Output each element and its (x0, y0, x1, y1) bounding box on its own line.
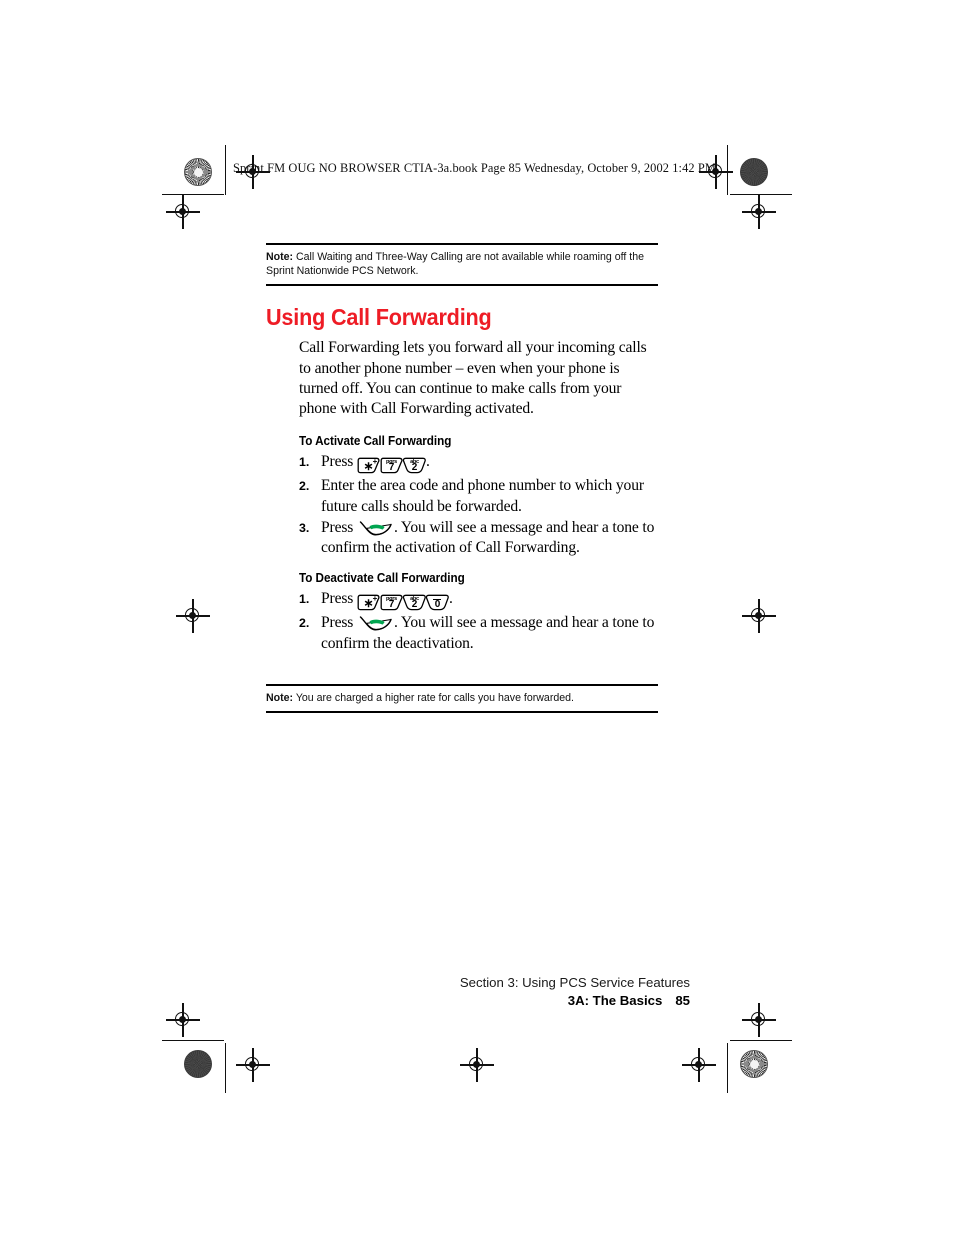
registration-target-upper-left-corner (166, 195, 200, 229)
crop-line-top-left-vertical (225, 145, 227, 195)
subheading-deactivate: To Deactivate Call Forwarding (299, 571, 465, 586)
key-star-sup: + (372, 457, 378, 467)
key-7-icon: 7 pqrs (379, 594, 404, 611)
page-content-column: Note: Call Waiting and Three-Way Calling… (266, 243, 658, 714)
subheading-activate: To Activate Call Forwarding (299, 434, 452, 449)
step-text-pre: Press (321, 518, 357, 536)
step-text: Press ∗ +7 pqrs 2 abc. (321, 452, 658, 475)
step-deactivate-2: 2. Press . You will see a message and he… (299, 613, 658, 653)
note-top-text: Note: Call Waiting and Three-Way Calling… (266, 250, 656, 278)
step-text-pre: Press (321, 453, 357, 471)
footer-chapter-label: 3A: The Basics (567, 993, 663, 1008)
key-2-sup: abc (410, 595, 419, 602)
registration-solid-circle-bottom-left (184, 1050, 212, 1078)
key-7-icon: 7 pqrs (379, 457, 404, 474)
registration-target-middle-left (176, 599, 210, 633)
note-top-label: Note: (266, 251, 294, 263)
key-star-label: ∗ (363, 459, 374, 474)
key-2-icon: 2 abc (402, 594, 427, 611)
key-7-sup: pqrs (385, 595, 397, 602)
note-box-bottom: Note: You are charged a higher rate for … (266, 683, 658, 714)
step-activate-1: 1. Press ∗ +7 pqrs 2 abc. (299, 452, 658, 475)
registration-target-middle-right (742, 599, 776, 633)
step-activate-2: 2. Enter the area code and phone number … (299, 476, 658, 516)
key-0-label: 0 (434, 599, 441, 611)
registration-solid-circle-top-right (740, 158, 768, 186)
key-star-icon: ∗ + (356, 594, 381, 611)
key-sequence-activate: ∗ +7 pqrs 2 abc (357, 455, 426, 475)
key-star-label: ∗ (363, 596, 374, 611)
step-text-pre: Press (321, 590, 357, 608)
crop-line-upper-right-horizontal (730, 194, 792, 196)
step-number: 3. (299, 520, 310, 535)
step-text-pre: Press (321, 614, 357, 632)
step-number: 2. (299, 479, 310, 494)
note-top-body: Call Waiting and Three-Way Calling are n… (266, 251, 645, 278)
step-number: 2. (299, 616, 310, 631)
key-7-sup: pqrs (385, 458, 397, 465)
step-text: Enter the area code and phone number to … (321, 476, 658, 516)
note-box-top: Note: Call Waiting and Three-Way Calling… (266, 243, 658, 287)
key-star-icon: ∗ + (356, 457, 381, 474)
step-text: Press ∗ +7 pqrs 2 abc 0. (321, 589, 658, 612)
crop-line-lower-left-horizontal (162, 1040, 224, 1042)
step-text-pre: Enter the area code and phone number to … (321, 477, 644, 515)
page-footer: Section 3: Using PCS Service Features 3A… (266, 974, 690, 1010)
key-talk-icon (359, 520, 393, 537)
step-text: Press . You will see a message and hear … (321, 613, 658, 653)
file-slug-line: Sprint FM OUG NO BROWSER CTIA-3a.book Pa… (233, 161, 716, 175)
key-2-sup: abc (410, 458, 419, 465)
key-2-label: 2 (411, 462, 418, 474)
registration-target-bottom-right (682, 1048, 716, 1082)
key-7-label: 7 (388, 599, 395, 611)
registration-target-upper-right-corner (742, 195, 776, 229)
step-text: Press . You will see a message and hear … (321, 518, 658, 558)
registration-starburst-bottom-right (740, 1050, 768, 1078)
note-bottom-body: You are charged a higher rate for calls … (293, 691, 574, 704)
key-2-icon: 2 abc (402, 457, 427, 474)
page-number: 85 (675, 993, 690, 1008)
registration-target-bottom-center (460, 1048, 494, 1082)
key-2-label: 2 (411, 599, 418, 611)
key-0-icon: 0 (425, 594, 450, 611)
key-sequence-deactivate: ∗ +7 pqrs 2 abc 0 (357, 592, 449, 612)
key-7-label: 7 (388, 462, 395, 474)
key-talk-icon (359, 615, 393, 632)
intro-paragraph: Call Forwarding lets you forward all you… (299, 339, 647, 418)
footer-section-label: Section 3: Using PCS Service Features (459, 975, 690, 990)
crop-line-bottom-right-vertical (727, 1043, 729, 1093)
note-bottom-text: Note: You are charged a higher rate for … (266, 691, 656, 705)
key-star-sup: + (372, 594, 378, 604)
registration-target-lower-right-corner (742, 1003, 776, 1037)
step-activate-3: 3. Press . You will see a message and he… (299, 518, 658, 558)
crop-line-lower-right-horizontal (730, 1040, 792, 1042)
note-bottom-label: Note: (266, 691, 294, 704)
step-deactivate-1: 1. Press ∗ +7 pqrs 2 abc 0. (299, 589, 658, 612)
crop-line-top-right-vertical (727, 145, 729, 195)
registration-target-lower-left-corner (166, 1003, 200, 1037)
footer-chapter-row: 3A: The Basics 85 (266, 991, 690, 1010)
crop-line-upper-left-horizontal (162, 194, 224, 196)
step-number: 1. (299, 592, 310, 607)
registration-target-bottom-left (236, 1048, 270, 1082)
section-content: Call Forwarding lets you forward all you… (266, 338, 658, 653)
crop-line-bottom-left-vertical (225, 1043, 227, 1093)
page-title: Using Call Forwarding (266, 304, 492, 331)
registration-starburst-top-left (184, 158, 212, 186)
step-number: 1. (299, 455, 310, 470)
